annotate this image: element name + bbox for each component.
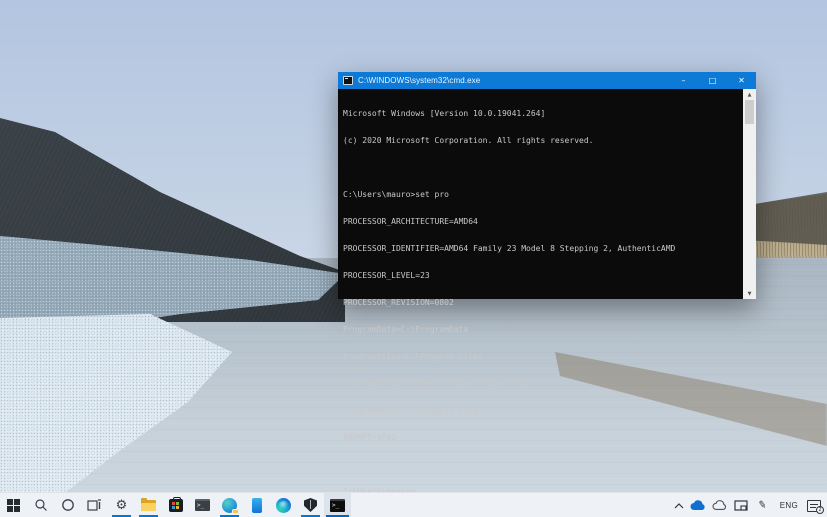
taskbar: ⚙ >_ >_ ✎ ENG 2 xyxy=(0,492,827,517)
console-line: PROCESSOR_IDENTIFIER=AMD64 Family 23 Mod… xyxy=(343,244,676,253)
tray-action-center[interactable]: 2 xyxy=(807,493,825,517)
chevron-up-icon xyxy=(674,502,684,508)
console-line: ProgramData=C:\ProgramData xyxy=(343,325,469,334)
scroll-up-icon[interactable]: ▲ xyxy=(743,89,756,100)
gear-icon: ⚙ xyxy=(115,497,128,513)
tray-language-indicator[interactable]: ENG xyxy=(777,493,801,517)
system-tray: ✎ ENG 2 xyxy=(674,493,825,517)
window-title: C:\WINDOWS\system32\cmd.exe xyxy=(358,76,481,85)
edge-icon xyxy=(276,497,291,513)
console-area[interactable]: Microsoft Windows [Version 10.0.19041.26… xyxy=(338,89,756,496)
scrollbar-thumb[interactable] xyxy=(745,100,754,124)
store-bag-icon xyxy=(168,496,183,512)
console-scrollbar[interactable]: ▲ ▼ xyxy=(743,89,756,299)
command-prompt-icon: >_ xyxy=(195,499,210,511)
tray-windows-ink[interactable]: ✎ xyxy=(754,493,770,517)
shield-icon xyxy=(304,498,317,512)
tray-show-hidden-icons[interactable] xyxy=(674,493,684,517)
taskbar-item-command-prompt-pinned[interactable]: >_ xyxy=(189,493,216,517)
cloud-filled-icon xyxy=(690,500,705,510)
taskbar-item-search[interactable] xyxy=(27,493,54,517)
taskbar-item-microsoft-store[interactable] xyxy=(162,493,189,517)
console-line: (c) 2020 Microsoft Corporation. All righ… xyxy=(343,136,594,145)
taskbar-item-file-explorer[interactable] xyxy=(135,493,162,517)
folder-icon xyxy=(141,497,156,511)
start-button[interactable] xyxy=(0,493,27,517)
maximize-button[interactable]: □ xyxy=(698,72,727,89)
console-output: Microsoft Windows [Version 10.0.19041.26… xyxy=(343,91,741,514)
windows-logo-icon xyxy=(7,498,20,512)
close-button[interactable]: ✕ xyxy=(727,72,756,89)
cloud-outline-icon xyxy=(712,500,727,510)
taskbar-item-edge-dev[interactable] xyxy=(216,493,243,517)
taskbar-item-edge[interactable] xyxy=(270,493,297,517)
console-line: PROCESSOR_LEVEL=23 xyxy=(343,271,430,280)
command-prompt-window-icon: >_ xyxy=(330,498,345,512)
tray-onedrive-personal[interactable] xyxy=(712,493,728,517)
cmd-icon xyxy=(343,76,353,85)
monitor-icon xyxy=(734,499,748,511)
console-line: C:\Users\mauro>set pro xyxy=(343,190,449,199)
taskbar-item-cortana[interactable] xyxy=(54,493,81,517)
edge-dev-icon xyxy=(222,497,239,514)
cortana-icon xyxy=(61,499,74,511)
language-label: ENG xyxy=(779,501,798,510)
cmd-window: C:\WINDOWS\system32\cmd.exe – □ ✕ Micros… xyxy=(338,72,756,496)
console-line: PROCESSOR_REVISION=0802 xyxy=(343,298,454,307)
task-view-icon xyxy=(87,498,101,511)
action-center-icon: 2 xyxy=(807,499,824,514)
search-icon xyxy=(34,499,47,511)
console-line: Microsoft Windows [Version 10.0.19041.26… xyxy=(343,109,546,118)
minimize-button[interactable]: – xyxy=(669,72,698,89)
tray-onedrive[interactable] xyxy=(690,493,706,517)
screen: C:\WINDOWS\system32\cmd.exe – □ ✕ Micros… xyxy=(0,0,827,517)
taskbar-item-task-view[interactable] xyxy=(81,493,108,517)
taskbar-item-security[interactable] xyxy=(297,493,324,517)
taskbar-item-your-phone[interactable] xyxy=(243,493,270,517)
your-phone-icon xyxy=(251,497,262,513)
console-line: PROMPT=$P$G xyxy=(343,433,396,442)
console-line: ProgramFiles=C:\Program Files xyxy=(343,352,483,361)
taskbar-item-settings[interactable]: ⚙ xyxy=(108,493,135,517)
console-line: PROCESSOR_ARCHITECTURE=AMD64 xyxy=(343,217,478,226)
taskbar-item-command-prompt-active[interactable]: >_ xyxy=(324,493,351,517)
tray-display-connect[interactable] xyxy=(734,493,748,517)
pen-icon: ✎ xyxy=(757,499,768,512)
notification-badge: 2 xyxy=(816,505,824,514)
cmd-titlebar[interactable]: C:\WINDOWS\system32\cmd.exe – □ ✕ xyxy=(338,72,756,89)
edge-dev-badge xyxy=(232,508,239,514)
console-line: ProgramFiles(x86)=C:\Program Files (x86) xyxy=(343,379,536,388)
scroll-down-icon[interactable]: ▼ xyxy=(743,288,756,299)
taskbar-items: ⚙ >_ >_ xyxy=(0,493,351,517)
console-line: ProgramW6432=C:\Program Files xyxy=(343,406,483,415)
